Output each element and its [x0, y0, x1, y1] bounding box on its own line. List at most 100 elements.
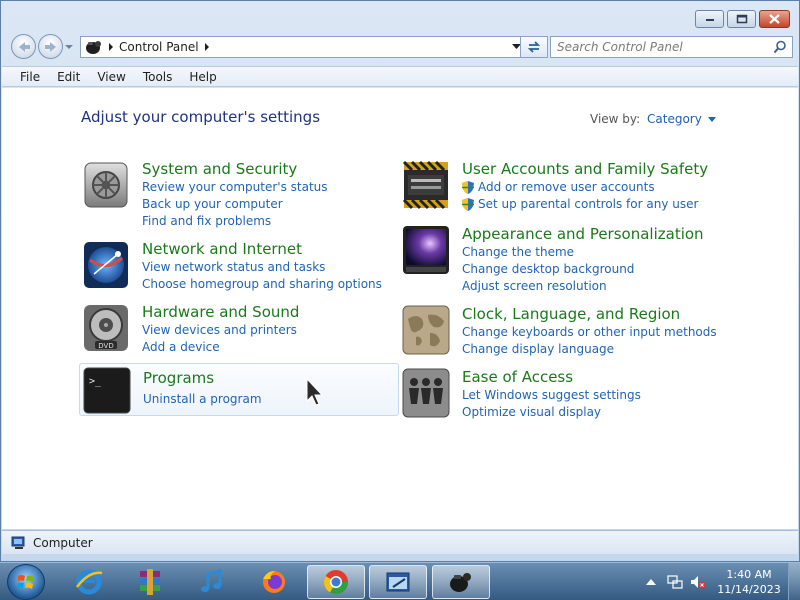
network-tray-icon[interactable]	[667, 574, 683, 590]
link-optimize-display[interactable]: Optimize visual display	[462, 404, 641, 421]
volume-muted-icon[interactable]	[690, 574, 706, 590]
link-change-theme[interactable]: Change the theme	[462, 244, 704, 261]
link-find-fix-problems[interactable]: Find and fix problems	[142, 213, 328, 230]
window-app-icon	[386, 572, 410, 592]
start-button[interactable]	[7, 564, 45, 600]
view-by-dropdown[interactable]: Category	[647, 112, 716, 126]
content-area: Adjust your computer's settings View by:…	[2, 88, 798, 529]
taskbar-winrar[interactable]	[121, 565, 179, 599]
page-title: Adjust your computer's settings	[81, 108, 321, 126]
menu-file[interactable]: File	[11, 70, 48, 84]
taskbar-clock[interactable]: 1:40 AM 11/14/2023	[713, 567, 785, 597]
view-by-label: View by:	[590, 112, 641, 126]
category-title[interactable]: Appearance and Personalization	[462, 225, 704, 243]
terminal-icon[interactable]: >_	[83, 367, 131, 414]
view-by-value: Category	[647, 112, 702, 126]
control-panel-window: Control Panel File Edit View Tools Help …	[0, 0, 800, 562]
link-parental-controls[interactable]: Set up parental controls for any user	[462, 196, 708, 213]
menu-bar: File Edit View Tools Help	[2, 66, 798, 87]
category-title[interactable]: Network and Internet	[142, 240, 382, 258]
chevron-down-icon	[707, 116, 716, 122]
restore-icon	[736, 14, 747, 24]
close-icon	[769, 14, 780, 24]
back-button[interactable]	[11, 34, 36, 59]
category-title[interactable]: Programs	[143, 369, 262, 387]
people-icon[interactable]	[402, 368, 450, 418]
link-windows-suggest[interactable]: Let Windows suggest settings	[462, 387, 641, 404]
link-add-remove-users[interactable]: Add or remove user accounts	[462, 179, 708, 196]
control-panel-icon	[450, 573, 471, 592]
taskbar: 1:40 AM 11/14/2023	[0, 562, 800, 600]
monitor-wallpaper-icon[interactable]	[402, 225, 450, 275]
category-title[interactable]: Ease of Access	[462, 368, 641, 386]
category-appearance: Appearance and Personalization Change th…	[402, 225, 704, 295]
minimize-button[interactable]	[695, 10, 724, 28]
category-programs[interactable]: >_ Programs Uninstall a program	[79, 363, 399, 416]
breadcrumb-control-panel[interactable]: Control Panel	[119, 40, 199, 54]
menu-view[interactable]: View	[88, 70, 133, 84]
taskbar-itunes[interactable]	[183, 565, 241, 599]
vault-icon[interactable]	[82, 160, 130, 210]
category-clock-language-region: Clock, Language, and Region Change keybo…	[402, 305, 717, 358]
refresh-button[interactable]	[520, 36, 548, 58]
category-title[interactable]: User Accounts and Family Safety	[462, 160, 708, 178]
category-network-internet: Network and Internet View network status…	[82, 240, 382, 293]
winrar-icon	[140, 569, 160, 595]
menu-help[interactable]: Help	[180, 70, 224, 84]
badge-icon[interactable]	[402, 160, 450, 210]
search-icon[interactable]	[773, 40, 787, 54]
address-row: Control Panel	[9, 34, 793, 60]
link-screen-resolution[interactable]: Adjust screen resolution	[462, 278, 704, 295]
refresh-icon	[527, 41, 541, 53]
link-uninstall-program[interactable]: Uninstall a program	[143, 391, 262, 408]
link-keyboards-input[interactable]: Change keyboards or other input methods	[462, 324, 717, 341]
link-display-language[interactable]: Change display language	[462, 341, 717, 358]
forward-button[interactable]	[38, 34, 63, 59]
category-title[interactable]: Clock, Language, and Region	[462, 305, 717, 323]
clock-time: 1:40 AM	[726, 568, 772, 581]
uac-shield-icon	[462, 181, 474, 194]
taskbar-chrome[interactable]	[307, 565, 365, 599]
dvd-speaker-icon[interactable]: DVD	[82, 303, 130, 353]
search-box	[550, 36, 793, 58]
category-title[interactable]: Hardware and Sound	[142, 303, 299, 321]
uac-shield-icon	[462, 198, 474, 211]
world-map-icon[interactable]	[402, 305, 450, 355]
taskbar-control-panel[interactable]	[432, 565, 490, 599]
nav-buttons	[11, 34, 73, 59]
recent-pages-dropdown-icon[interactable]	[65, 44, 73, 50]
category-hardware-sound: DVD Hardware and Sound View devices and …	[82, 303, 299, 356]
close-button[interactable]	[759, 10, 790, 28]
category-user-accounts: User Accounts and Family Safety Add or r…	[402, 160, 708, 213]
chevron-right-icon[interactable]	[108, 43, 114, 51]
show-hidden-icons-icon[interactable]	[646, 578, 656, 586]
category-title[interactable]: System and Security	[142, 160, 328, 178]
back-arrow-icon	[18, 41, 30, 52]
svg-text:DVD: DVD	[98, 342, 113, 350]
address-bar[interactable]: Control Panel	[80, 36, 526, 58]
link-network-status[interactable]: View network status and tasks	[142, 259, 382, 276]
taskbar-firefox[interactable]	[245, 565, 303, 599]
mouse-cursor-icon	[306, 378, 324, 406]
menu-edit[interactable]: Edit	[48, 70, 88, 84]
link-desktop-background[interactable]: Change desktop background	[462, 261, 704, 278]
menu-tools[interactable]: Tools	[134, 70, 181, 84]
link-devices-printers[interactable]: View devices and printers	[142, 322, 299, 339]
link-homegroup[interactable]: Choose homegroup and sharing options	[142, 276, 382, 293]
show-desktop-button[interactable]	[788, 563, 800, 600]
link-add-device[interactable]: Add a device	[142, 339, 299, 356]
chevron-right-icon[interactable]	[204, 43, 210, 51]
internet-explorer-icon	[76, 569, 103, 595]
taskbar-window-app[interactable]	[369, 565, 427, 599]
control-panel-icon	[86, 41, 101, 54]
link-review-status[interactable]: Review your computer's status	[142, 179, 328, 196]
category-system-security: System and Security Review your computer…	[82, 160, 328, 230]
windows-logo-icon	[17, 575, 34, 589]
search-input[interactable]	[551, 40, 761, 54]
itunes-icon	[201, 569, 222, 592]
maximize-button[interactable]	[727, 10, 756, 28]
globe-network-icon[interactable]	[82, 240, 130, 290]
taskbar-internet-explorer[interactable]	[60, 565, 118, 599]
status-bar: Computer	[2, 530, 798, 554]
link-backup[interactable]: Back up your computer	[142, 196, 328, 213]
